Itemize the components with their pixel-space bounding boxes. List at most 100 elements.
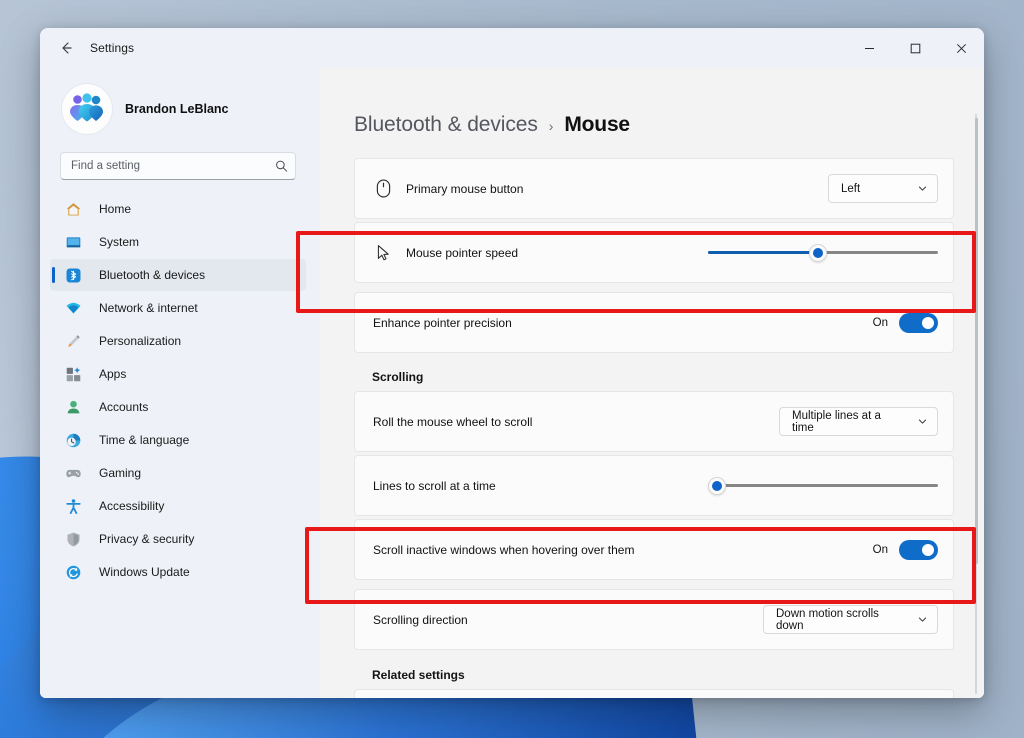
- row-text: Primary mouse button: [406, 182, 523, 196]
- row-scrolling-direction: Scrolling direction Down motion scrolls …: [354, 589, 954, 650]
- row-control: [708, 475, 938, 497]
- mouse-icon: [372, 179, 394, 198]
- search-input[interactable]: [60, 152, 296, 180]
- dropdown-value: Down motion scrolls down: [776, 607, 879, 632]
- sidebar-item-accounts[interactable]: Accounts: [50, 391, 306, 423]
- row-control: [708, 242, 938, 264]
- chevron-down-icon: [917, 614, 928, 625]
- user-avatar-icon: [70, 93, 103, 122]
- row-text: Mouse pointer speed: [406, 246, 518, 260]
- system-icon: [64, 233, 82, 251]
- app-title: Settings: [90, 41, 135, 55]
- dropdown-value: Multiple lines at a time: [792, 409, 881, 434]
- row-mouse-pointer-speed: Mouse pointer speed: [354, 222, 954, 283]
- personalization-icon: [64, 332, 82, 350]
- row-control: Multiple lines at a time: [779, 407, 938, 436]
- sidebar-item-time-language[interactable]: Time & language: [50, 424, 306, 456]
- scrollbar-thumb[interactable]: [975, 118, 978, 564]
- row-label: Scroll inactive windows when hovering ov…: [373, 542, 635, 557]
- row-text: Roll the mouse wheel to scroll: [373, 415, 532, 429]
- slider-track: [708, 484, 938, 487]
- sidebar-item-windows-update[interactable]: Windows Update: [50, 556, 306, 588]
- row-control: Left: [828, 174, 938, 203]
- network-icon: [64, 299, 82, 317]
- row-label: Scrolling direction: [373, 612, 468, 627]
- chevron-down-icon: [917, 416, 928, 427]
- primary-mouse-button-dropdown[interactable]: Left: [828, 174, 938, 203]
- chevron-down-icon: [917, 183, 928, 194]
- section-title-related-settings: Related settings: [372, 668, 465, 682]
- sidebar-item-label: Gaming: [99, 466, 142, 480]
- avatar: [62, 84, 112, 134]
- scrolling-direction-dropdown[interactable]: Down motion scrolls down: [763, 605, 938, 634]
- window-body: Brandon LeBlanc Find a setting Home Syst…: [40, 68, 984, 698]
- content-inner: Bluetooth & devices › Mouse Primary mous…: [320, 68, 984, 698]
- sidebar-item-accessibility[interactable]: Accessibility: [50, 490, 306, 522]
- mouse-pointer-speed-slider[interactable]: [708, 242, 938, 264]
- home-icon: [64, 200, 82, 218]
- settings-window: Settings Brandon LeBlanc Find a setting …: [40, 28, 984, 698]
- sidebar-item-label: Windows Update: [99, 565, 190, 579]
- sidebar-item-apps[interactable]: Apps: [50, 358, 306, 390]
- row-control: On: [872, 312, 938, 333]
- back-button[interactable]: [48, 33, 84, 63]
- row-lines-to-scroll: Lines to scroll at a time: [354, 455, 954, 516]
- sidebar-item-label: Apps: [99, 367, 127, 381]
- maximize-button[interactable]: [892, 28, 938, 68]
- row-additional-mouse-settings[interactable]: Additional mouse settings Pointer icons …: [354, 689, 954, 698]
- row-roll-mouse-wheel: Roll the mouse wheel to scroll Multiple …: [354, 391, 954, 452]
- accessibility-icon: [64, 497, 82, 515]
- dropdown-value: Left: [841, 182, 861, 195]
- slider-fill: [708, 251, 819, 254]
- sidebar-item-personalization[interactable]: Personalization: [50, 325, 306, 357]
- close-button[interactable]: [938, 28, 984, 68]
- lines-to-scroll-slider[interactable]: [708, 475, 938, 497]
- enhance-pointer-precision-toggle[interactable]: [899, 312, 938, 333]
- scroll-inactive-windows-toggle[interactable]: [899, 539, 938, 560]
- sidebar-item-label: Personalization: [99, 334, 182, 348]
- row-control: Down motion scrolls down: [763, 605, 938, 634]
- sidebar-item-home[interactable]: Home: [50, 193, 306, 225]
- row-text: Lines to scroll at a time: [373, 479, 496, 493]
- slider-thumb[interactable]: [708, 476, 727, 495]
- sidebar-item-gaming[interactable]: Gaming: [50, 457, 306, 489]
- sidebar-nav: Home System Bluetooth & devices Network …: [40, 192, 316, 698]
- sidebar-item-network-internet[interactable]: Network & internet: [50, 292, 306, 324]
- breadcrumb-separator-icon: ›: [548, 118, 554, 134]
- sidebar-item-system[interactable]: System: [50, 226, 306, 258]
- roll-mouse-wheel-dropdown[interactable]: Multiple lines at a time: [779, 407, 938, 436]
- search-box: [60, 152, 296, 180]
- breadcrumb: Bluetooth & devices › Mouse: [354, 113, 954, 137]
- main-content: Bluetooth & devices › Mouse Primary mous…: [320, 68, 984, 698]
- search-icon[interactable]: [275, 160, 288, 173]
- toggle-state-label: On: [872, 543, 888, 556]
- slider-thumb[interactable]: [809, 243, 828, 262]
- apps-icon: [64, 365, 82, 383]
- sidebar-item-label: Privacy & security: [99, 532, 195, 546]
- sidebar-item-label: Bluetooth & devices: [99, 268, 206, 282]
- minimize-icon: [864, 47, 874, 49]
- row-text: Scrolling direction: [373, 613, 468, 627]
- maximize-icon: [910, 43, 920, 53]
- toggle-state-label: On: [872, 316, 888, 329]
- profile-section[interactable]: Brandon LeBlanc: [40, 68, 316, 148]
- row-label: Mouse pointer speed: [406, 245, 519, 260]
- gaming-icon: [64, 464, 82, 482]
- sidebar-item-label: Accessibility: [99, 499, 165, 513]
- row-control: On: [872, 539, 938, 560]
- bluetooth-icon: [64, 266, 82, 284]
- row-primary-mouse-button: Primary mouse button Left: [354, 158, 954, 219]
- sidebar-item-label: System: [99, 235, 140, 249]
- desktop-background: Settings Brandon LeBlanc Find a setting …: [0, 0, 1024, 738]
- caption-buttons: [846, 28, 984, 68]
- titlebar: Settings: [40, 28, 984, 68]
- sidebar-item-label: Network & internet: [99, 301, 198, 315]
- sidebar-item-bluetooth-devices[interactable]: Bluetooth & devices: [50, 259, 306, 291]
- sidebar-item-label: Accounts: [99, 400, 149, 414]
- sidebar: Brandon LeBlanc Find a setting Home Syst…: [40, 68, 320, 698]
- sidebar-item-privacy-security[interactable]: Privacy & security: [50, 523, 306, 555]
- pointer-arrow-icon: [372, 244, 394, 262]
- breadcrumb-parent[interactable]: Bluetooth & devices: [354, 113, 538, 137]
- minimize-button[interactable]: [846, 28, 892, 68]
- row-text: Enhance pointer precision: [373, 316, 512, 330]
